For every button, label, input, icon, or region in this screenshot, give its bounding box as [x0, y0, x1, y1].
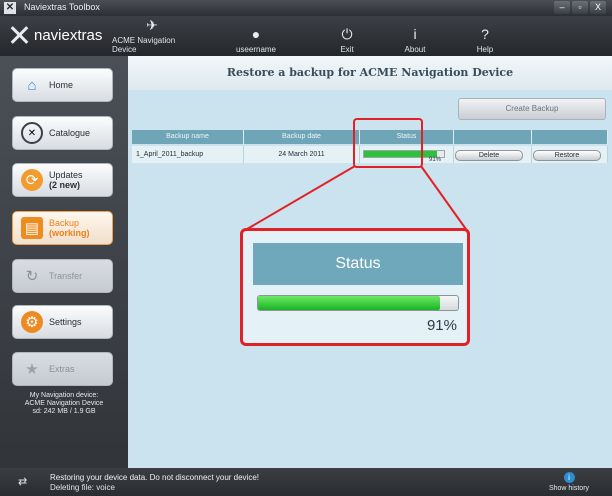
sidebar-item-label: Backup (working)	[49, 218, 90, 238]
close-button[interactable]: X	[590, 1, 606, 14]
device-sync-icon: ⇄	[18, 476, 28, 488]
device-info-line: My Navigation device:	[29, 392, 99, 399]
about-label: About	[404, 45, 426, 54]
exit-label: Exit	[340, 45, 354, 54]
status-file: Deleting file: voice	[50, 483, 115, 492]
info-icon: i	[413, 26, 417, 42]
column-header: Backup name	[132, 130, 244, 144]
title-bar: ✕ Naviextras Toolbox – ▫ X	[0, 0, 612, 16]
home-icon: ⌂	[27, 76, 37, 94]
history-label: Show history	[548, 485, 590, 492]
help-label: Help	[476, 45, 494, 54]
device-toolbar-item[interactable]: ✈ ACME Navigation Device	[112, 17, 192, 54]
sidebar-item-updates[interactable]: ⟳ Updates (2 new)	[12, 163, 113, 197]
sidebar-item-label: Transfer	[49, 271, 83, 281]
delete-button[interactable]: Delete	[455, 150, 523, 161]
show-history-button[interactable]: i Show history	[548, 472, 590, 492]
updates-count: (2 new)	[49, 180, 81, 190]
sidebar-item-home[interactable]: ⌂ Home	[12, 68, 113, 102]
column-header	[454, 130, 532, 144]
row-progress-percent: 91%	[429, 157, 442, 163]
window-controls: – ▫ X	[554, 1, 606, 15]
highlight-box	[353, 118, 423, 168]
status-bar: ⇄ Restoring your device data. Do not dis…	[0, 468, 612, 496]
help-icon: ?	[481, 26, 489, 42]
sidebar-item-label: Updates (2 new)	[49, 170, 83, 190]
toolbar: naviextras ✈ ACME Navigation Device ● us…	[0, 16, 612, 56]
user-label: useername	[235, 45, 277, 54]
sidebar-item-extras[interactable]: ★ Extras	[12, 352, 113, 386]
catalogue-icon: ✕	[21, 122, 43, 144]
restore-button[interactable]: Restore	[533, 150, 601, 161]
device-storage: sd: 242 MB / 1.9 GB	[32, 408, 96, 415]
help-toolbar-item[interactable]: ? Help	[470, 20, 500, 54]
updates-icon: ⟳	[21, 169, 43, 191]
sidebar-item-label: Catalogue	[49, 128, 91, 138]
sidebar-item-backup[interactable]: ▤ Backup (working)	[12, 211, 113, 245]
column-header: Backup date	[244, 130, 360, 144]
column-header	[532, 130, 608, 144]
zoom-progress-percent: 91%	[426, 317, 457, 334]
backup-date-cell: 24 March 2011	[244, 146, 360, 163]
sidebar-item-transfer[interactable]: ↻ Transfer	[12, 259, 113, 293]
sidebar: ⌂ Home ✕ Catalogue ⟳ Updates (2 new) ▤ B…	[0, 56, 128, 468]
user-icon: ●	[251, 26, 261, 42]
user-toolbar-item[interactable]: ● useername	[236, 20, 276, 54]
updates-label: Updates	[49, 170, 83, 180]
status-zoom-callout: Status 91%	[240, 228, 470, 346]
exit-toolbar-item[interactable]: ⏻ Exit	[332, 20, 362, 54]
app-icon: ✕	[4, 2, 16, 14]
history-info-icon: i	[563, 472, 575, 483]
app-window: ✕ Naviextras Toolbox – ▫ X naviextras ✈ …	[0, 0, 612, 496]
backup-icon: ▤	[21, 217, 43, 239]
satellite-icon: ✈	[146, 17, 158, 33]
window-title: Naviextras Toolbox	[24, 2, 100, 12]
sidebar-item-settings[interactable]: ⚙ Settings	[12, 305, 113, 339]
device-info: My Navigation device: ACME Navigation De…	[0, 392, 128, 416]
settings-icon: ⚙	[21, 311, 43, 333]
sidebar-item-label: Extras	[49, 364, 75, 374]
sidebar-item-catalogue[interactable]: ✕ Catalogue	[12, 116, 113, 150]
about-toolbar-item[interactable]: i About	[400, 20, 430, 54]
backup-name-cell: 1_April_2011_backup	[132, 146, 244, 163]
zoom-progress-bar	[257, 295, 459, 311]
logo: naviextras	[8, 22, 102, 48]
zoom-status-header: Status	[253, 243, 463, 285]
transfer-icon: ↻	[25, 268, 39, 285]
power-icon: ⏻	[341, 26, 353, 42]
minimize-button[interactable]: –	[554, 1, 570, 14]
create-backup-button[interactable]: Create Backup	[458, 98, 606, 120]
maximize-button[interactable]: ▫	[572, 1, 588, 14]
sidebar-item-label: Home	[49, 80, 74, 90]
backup-state: (working)	[49, 228, 90, 238]
extras-icon: ★	[25, 361, 39, 378]
page-title: Restore a backup for ACME Navigation Dev…	[128, 56, 612, 90]
device-label: ACME Navigation Device	[112, 36, 176, 54]
device-info-line: ACME Navigation Device	[24, 400, 104, 407]
zoom-progress-fill	[258, 296, 440, 310]
backup-label: Backup	[49, 218, 80, 228]
status-message: Restoring your device data. Do not disco…	[50, 473, 260, 482]
naviextras-logo-icon	[8, 24, 30, 46]
logo-text: naviextras	[34, 26, 103, 44]
sidebar-item-label: Settings	[49, 317, 82, 327]
